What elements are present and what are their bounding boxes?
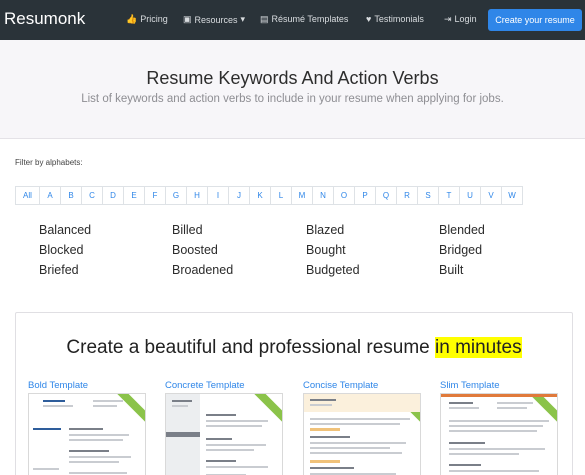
nav-resume-templates[interactable]: ▤ Résumé Templates xyxy=(260,14,348,24)
briefcase-icon: ▣ xyxy=(183,14,192,24)
sign-in-icon: ⇥ xyxy=(444,13,452,24)
alphabet-filter-j[interactable]: J xyxy=(228,186,250,205)
alphabet-filter-c[interactable]: C xyxy=(81,186,103,205)
thumbs-up-icon: 👍 xyxy=(126,13,138,24)
alphabet-filter: All A B C D E F G H I J K L M N O P Q R S T U V W xyxy=(15,186,523,205)
keyword-item: Blazed xyxy=(306,223,345,237)
nav-resources-label: Resources xyxy=(194,14,238,25)
document-icon: ▤ xyxy=(260,13,269,24)
page-header: Resume Keywords And Action Verbs List of… xyxy=(0,40,585,139)
alphabet-filter-k[interactable]: K xyxy=(249,186,271,205)
keyword-item: Built xyxy=(439,263,464,277)
nav-login[interactable]: ⇥ Login xyxy=(444,14,477,24)
keyword-item: Balanced xyxy=(39,223,92,237)
alphabet-filter-o[interactable]: O xyxy=(333,186,355,205)
nav-testimonials-label: Testimonials xyxy=(374,14,424,24)
nav-resources[interactable]: ▣ Resources ▾ xyxy=(183,14,245,25)
keyword-item: Blocked xyxy=(39,243,84,257)
chevron-down-icon: ▾ xyxy=(240,14,246,24)
nav-login-label: Login xyxy=(454,14,477,24)
brand-logo[interactable]: Resumonk xyxy=(4,9,85,29)
top-navbar: Resumonk 👍 Pricing ▣ Resources ▾ ▤ Résum… xyxy=(0,0,585,40)
nav-testimonials[interactable]: ♥ Testimonials xyxy=(366,14,424,24)
ribbon-badge xyxy=(111,394,145,426)
alphabet-filter-w[interactable]: W xyxy=(501,186,523,205)
alphabet-filter-r[interactable]: R xyxy=(396,186,418,205)
alphabet-filter-a[interactable]: A xyxy=(39,186,61,205)
alphabet-filter-n[interactable]: N xyxy=(312,186,334,205)
keyword-item: Briefed xyxy=(39,263,79,277)
template-thumbnail-concise[interactable] xyxy=(303,393,421,475)
filter-label: Filter by alphabets: xyxy=(15,158,83,167)
alphabet-filter-all[interactable]: All xyxy=(15,186,40,205)
keyword-item: Billed xyxy=(172,223,203,237)
keyword-item: Bought xyxy=(306,243,346,257)
nav-pricing[interactable]: 👍 Pricing xyxy=(126,14,168,24)
alphabet-filter-e[interactable]: E xyxy=(123,186,145,205)
template-link-concrete[interactable]: Concrete Template xyxy=(165,380,245,391)
template-thumbnail-concrete[interactable] xyxy=(165,393,283,475)
create-resume-button[interactable]: Create your resume xyxy=(488,9,582,31)
keyword-item: Blended xyxy=(439,223,485,237)
template-thumbnail-bold[interactable] xyxy=(28,393,146,475)
promo-title-text: Create a beautiful and professional resu… xyxy=(66,337,435,358)
promo-card: Create a beautiful and professional resu… xyxy=(15,312,573,475)
nav-pricing-label: Pricing xyxy=(140,14,168,24)
template-thumbnail-slim[interactable] xyxy=(440,393,558,475)
promo-title-highlight: in minutes xyxy=(435,337,522,358)
alphabet-filter-q[interactable]: Q xyxy=(375,186,397,205)
template-link-slim[interactable]: Slim Template xyxy=(440,380,500,391)
keyword-item: Budgeted xyxy=(306,263,360,277)
alphabet-filter-g[interactable]: G xyxy=(165,186,187,205)
alphabet-filter-d[interactable]: D xyxy=(102,186,124,205)
promo-title: Create a beautiful and professional resu… xyxy=(16,337,572,359)
alphabet-filter-i[interactable]: I xyxy=(207,186,229,205)
keyword-item: Broadened xyxy=(172,263,234,277)
alphabet-filter-b[interactable]: B xyxy=(60,186,82,205)
alphabet-filter-m[interactable]: M xyxy=(291,186,313,205)
alphabet-filter-v[interactable]: V xyxy=(480,186,502,205)
alphabet-filter-t[interactable]: T xyxy=(438,186,460,205)
heart-icon: ♥ xyxy=(366,13,372,24)
alphabet-filter-h[interactable]: H xyxy=(186,186,208,205)
keywords-panel: Filter by alphabets: All A B C D E F G H I J K L M N O P… xyxy=(0,139,585,475)
keyword-item: Boosted xyxy=(172,243,218,257)
alphabet-filter-s[interactable]: S xyxy=(417,186,439,205)
alphabet-filter-u[interactable]: U xyxy=(459,186,481,205)
keyword-item: Bridged xyxy=(439,243,483,257)
page-title: Resume Keywords And Action Verbs xyxy=(146,68,439,88)
alphabet-filter-f[interactable]: F xyxy=(144,186,166,205)
template-link-bold[interactable]: Bold Template xyxy=(28,380,88,391)
template-link-concise[interactable]: Concise Template xyxy=(303,380,378,391)
alphabet-filter-p[interactable]: P xyxy=(354,186,376,205)
alphabet-filter-l[interactable]: L xyxy=(270,186,292,205)
nav-resume-templates-label: Résumé Templates xyxy=(271,14,349,24)
page-subtitle: List of keywords and action verbs to inc… xyxy=(81,93,504,105)
